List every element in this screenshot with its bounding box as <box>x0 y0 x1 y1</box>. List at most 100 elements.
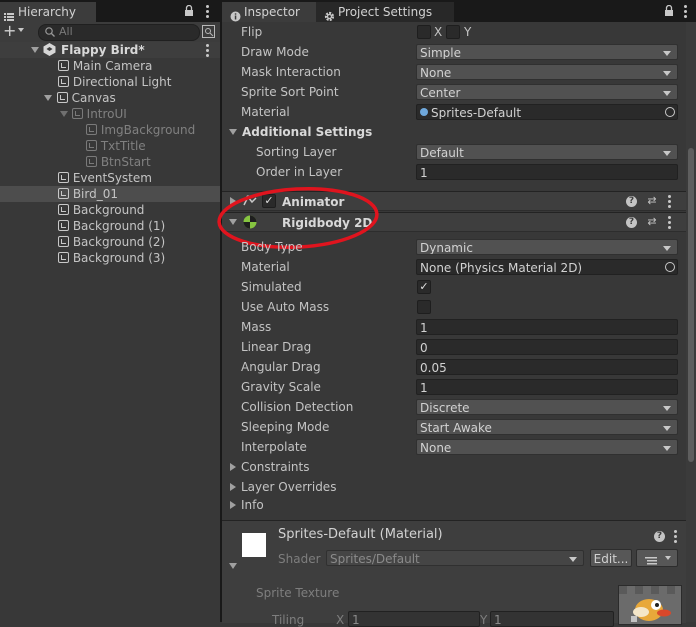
shader-menu-button[interactable] <box>636 549 678 567</box>
draw-mode-dropdown[interactable]: Simple <box>416 44 678 60</box>
hierarchy-menu-icon[interactable] <box>206 5 209 20</box>
hierarchy-item-eventsystem[interactable]: EventSystem <box>58 170 152 186</box>
search-input[interactable]: All <box>38 24 200 41</box>
gameobject-icon <box>58 60 69 71</box>
hierarchy-item-label: Main Camera <box>72 59 153 73</box>
hierarchy-item-main-camera[interactable]: Main Camera <box>58 58 152 74</box>
order-in-layer-label: Order in Layer <box>256 165 343 179</box>
material-icon <box>420 108 428 116</box>
rb-material-object-field[interactable]: None (Physics Material 2D) <box>416 259 678 275</box>
constraints-expand-icon[interactable] <box>230 463 236 471</box>
hierarchy-item-background-1[interactable]: Background (1) <box>58 218 165 234</box>
gameobject-icon <box>58 172 69 183</box>
hierarchy-item-directional-light[interactable]: Directional Light <box>58 74 172 90</box>
body-type-dropdown[interactable]: Dynamic <box>416 239 678 255</box>
simulated-checkbox[interactable]: ✓ <box>417 280 431 294</box>
additional-settings-header[interactable]: Additional Settings <box>242 123 372 141</box>
additional-settings-expand-icon[interactable] <box>229 129 237 135</box>
collision-detection-dropdown[interactable]: Discrete <box>416 399 678 415</box>
tab-hierarchy[interactable]: Hierarchy <box>0 2 96 22</box>
inspector-menu-icon[interactable] <box>684 5 687 20</box>
scrollbar-thumb[interactable] <box>688 148 694 462</box>
layer-overrides-expand-icon[interactable] <box>230 483 236 491</box>
constraints-foldout[interactable]: Constraints <box>241 458 309 476</box>
mass-input[interactable]: 1 <box>416 319 678 335</box>
tiling-x-input[interactable]: 1 <box>348 611 480 627</box>
help-icon[interactable]: ? <box>626 217 637 228</box>
interpolate-dropdown[interactable]: None <box>416 439 678 455</box>
material-value: Sprites-Default <box>431 106 522 120</box>
scene-row[interactable]: Flappy Bird* <box>0 42 220 58</box>
hierarchy-item-background-2[interactable]: Background (2) <box>58 234 165 250</box>
collision-detection-label: Collision Detection <box>241 400 354 414</box>
sleeping-mode-label: Sleeping Mode <box>241 420 330 434</box>
gameobject-icon <box>58 252 69 263</box>
help-icon[interactable]: ? <box>654 531 665 542</box>
angular-drag-input[interactable]: 0.05 <box>416 359 678 375</box>
gameobject-icon <box>58 76 69 87</box>
inspector-scrollbar[interactable] <box>686 22 696 622</box>
hierarchy-item-background-3[interactable]: Background (3) <box>58 250 165 266</box>
hierarchy-item-label: Canvas <box>71 91 116 105</box>
hierarchy-item-label: Background (1) <box>72 219 166 233</box>
hierarchy-item-label: Background <box>72 203 145 217</box>
info-foldout[interactable]: Info <box>241 496 264 514</box>
material-expand-icon[interactable] <box>229 563 237 569</box>
component-menu-icon[interactable] <box>668 216 671 231</box>
lock-icon[interactable] <box>184 4 194 19</box>
material-section-title: Sprites-Default (Material) <box>278 527 443 542</box>
shader-dropdown[interactable]: Sprites/Default <box>326 550 584 566</box>
use-auto-mass-checkbox[interactable] <box>417 300 431 314</box>
material-menu-icon[interactable] <box>674 530 677 545</box>
tab-inspector[interactable]: Inspector <box>222 2 322 22</box>
tiling-y-input[interactable]: 1 <box>490 611 614 627</box>
hierarchy-item-imgbackground[interactable]: ImgBackground <box>86 122 195 138</box>
scene-expand-icon[interactable] <box>31 47 39 53</box>
sleeping-mode-dropdown[interactable]: Start Awake <box>416 419 678 435</box>
hierarchy-item-txttitle[interactable]: TxtTitle <box>86 138 146 154</box>
sprite-sort-point-dropdown[interactable]: Center <box>416 84 678 100</box>
layer-overrides-foldout[interactable]: Layer Overrides <box>241 478 336 496</box>
object-picker-icon[interactable] <box>665 107 675 117</box>
edit-shader-button[interactable]: Edit... <box>590 549 632 567</box>
gameobject-icon <box>58 188 69 199</box>
hierarchy-item-introui[interactable]: IntroUI <box>60 106 127 122</box>
expand-icon[interactable] <box>60 111 68 117</box>
sorting-layer-dropdown[interactable]: Default <box>416 144 678 160</box>
material-object-field[interactable]: Sprites-Default <box>416 104 678 120</box>
tab-project-settings[interactable]: Project Settings <box>316 2 454 22</box>
gameobject-icon <box>58 220 69 231</box>
sprite-texture-thumbnail[interactable] <box>618 585 682 625</box>
hierarchy-item-bird-01[interactable]: Bird_01 <box>58 186 118 202</box>
gear-icon <box>324 8 335 21</box>
lock-icon[interactable] <box>664 4 674 19</box>
flip-y-checkbox[interactable] <box>446 25 460 39</box>
draw-mode-label: Draw Mode <box>241 45 309 59</box>
help-icon[interactable]: ? <box>626 196 637 207</box>
gravity-scale-input[interactable]: 1 <box>416 379 678 395</box>
expand-icon[interactable] <box>44 95 52 101</box>
search-options-icon[interactable] <box>202 25 215 41</box>
component-menu-icon[interactable] <box>668 195 671 210</box>
add-icon[interactable]: + <box>3 23 16 39</box>
hierarchy-item-background[interactable]: Background <box>58 202 144 218</box>
hierarchy-toolbar: + All <box>0 22 220 42</box>
tab-project-settings-label: Project Settings <box>338 5 433 19</box>
flip-x-checkbox[interactable] <box>417 25 431 39</box>
presets-icon[interactable]: ⇄ <box>646 216 658 228</box>
inspector-panel: Inspector Project Settings Flip X Y Draw… <box>217 0 696 627</box>
mask-interaction-dropdown[interactable]: None <box>416 64 678 80</box>
object-picker-icon[interactable] <box>665 262 675 272</box>
add-dropdown-icon[interactable] <box>18 28 24 32</box>
gravity-scale-label: Gravity Scale <box>241 380 321 394</box>
info-expand-icon[interactable] <box>230 501 236 509</box>
hierarchy-item-btnstart[interactable]: BtnStart <box>86 154 151 170</box>
hierarchy-item-canvas[interactable]: Canvas <box>44 90 116 106</box>
scene-menu-icon[interactable] <box>206 44 209 59</box>
search-placeholder: All <box>59 25 73 38</box>
hierarchy-item-label: IntroUI <box>86 107 127 121</box>
presets-icon[interactable]: ⇄ <box>646 195 658 207</box>
order-in-layer-input[interactable]: 1 <box>416 164 678 180</box>
gameobject-icon <box>86 156 97 167</box>
linear-drag-input[interactable]: 0 <box>416 339 678 355</box>
